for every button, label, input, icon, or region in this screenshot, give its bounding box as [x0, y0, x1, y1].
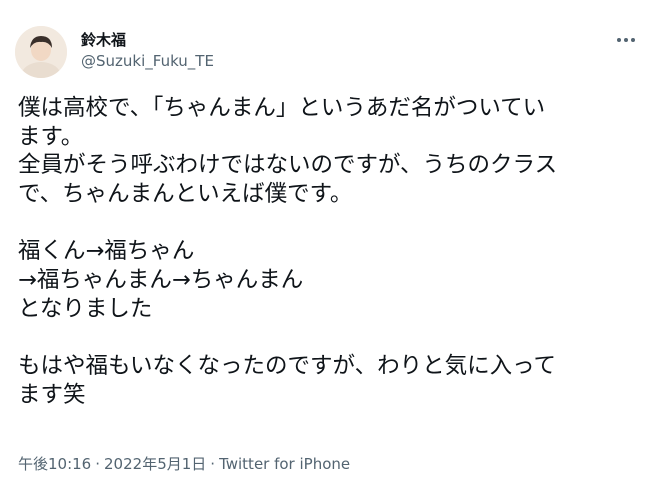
tweet-line: ます笑 [18, 381, 86, 408]
tweet-line: もはや福もいなくなったのですが、わりと気に入って [18, 353, 556, 380]
tweet-line: 僕は高校で、「ちゃんまん」というあだ名がついてい [18, 95, 546, 121]
tweet-card: 鈴木福 @Suzuki_Fuku_TE 僕は高校で、「ちゃんまん」というあだ名が… [0, 0, 651, 488]
author-handle[interactable]: @Suzuki_Fuku_TE [81, 52, 214, 70]
tweet-line: ます。 [18, 123, 84, 150]
tweet-line: 全員がそう呼ぶわけではないのですが、うちのクラス [18, 152, 558, 179]
more-horizontal-icon[interactable] [612, 28, 640, 52]
meta-separator: · [95, 455, 101, 473]
meta-separator: · [210, 455, 216, 473]
tweet-line: で、ちゃんまんといえば僕です。 [18, 181, 353, 208]
tweet-line [18, 324, 638, 353]
avatar[interactable] [15, 26, 67, 78]
author-display-name[interactable]: 鈴木福 [81, 31, 126, 49]
tweet-text: 僕は高校で、「ちゃんまん」というあだ名がついてい ます。 全員がそう呼ぶわけでは… [18, 94, 638, 410]
avatar-image [15, 26, 67, 78]
tweet-line [18, 209, 638, 238]
tweet-date[interactable]: 2022年5月1日 [104, 455, 206, 473]
tweet-source[interactable]: Twitter for iPhone [219, 455, 350, 473]
tweet-time[interactable]: 午後10:16 [18, 455, 91, 473]
tweet-line: となりました [18, 295, 153, 322]
tweet-meta: 午後10:16 · 2022年5月1日 · Twitter for iPhone [18, 455, 350, 473]
tweet-line: 福くん→福ちゃん [18, 238, 195, 265]
tweet-line: →福ちゃんまん→ちゃんまん [18, 267, 304, 294]
